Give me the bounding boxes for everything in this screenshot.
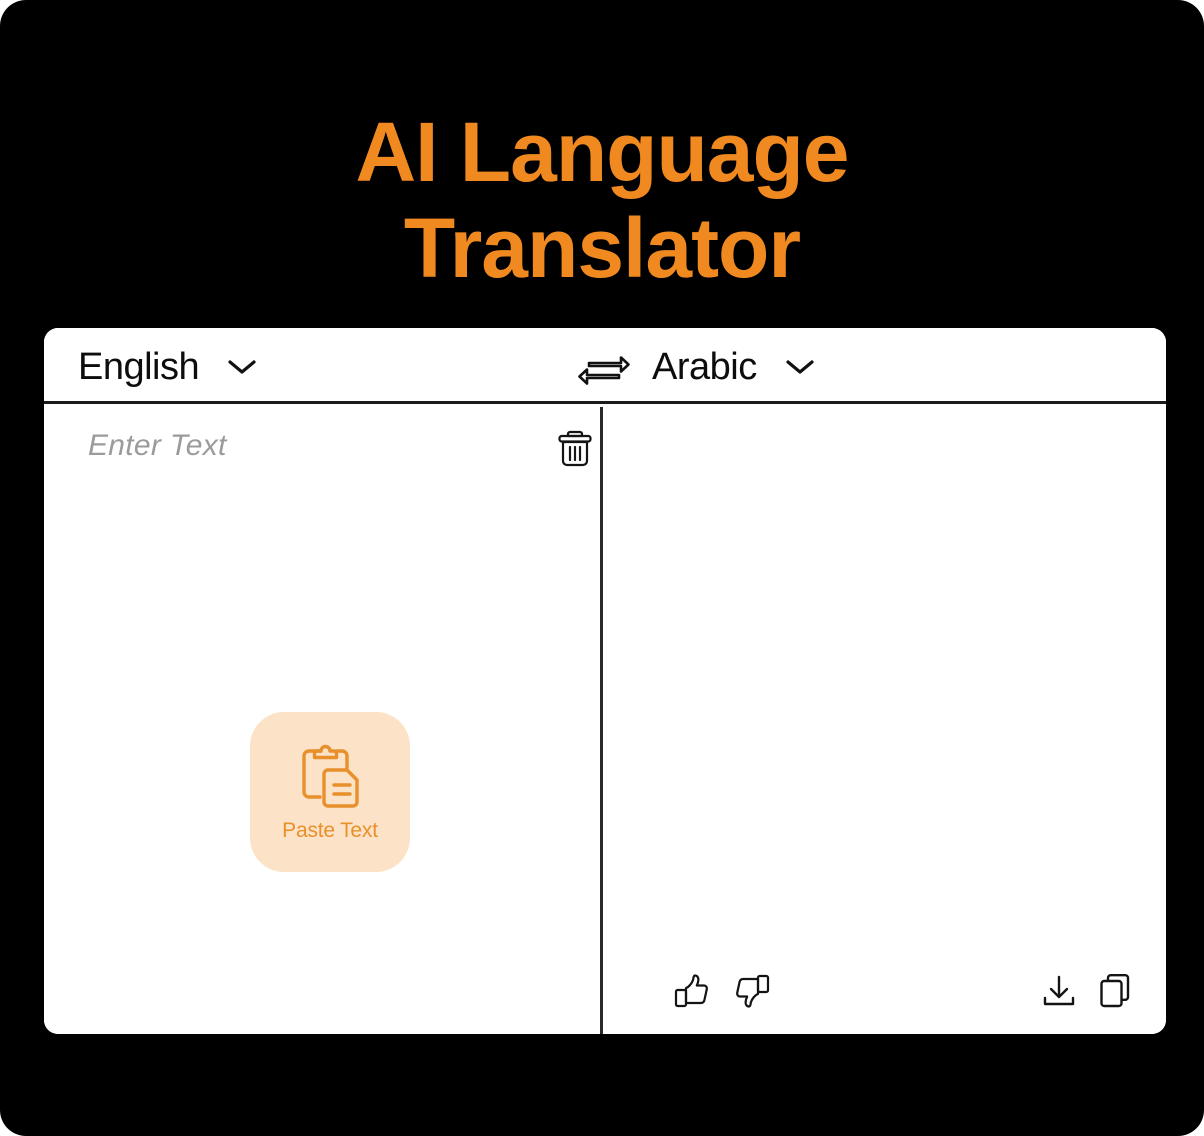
thumbs-down-icon[interactable] [733, 972, 771, 1010]
copy-icon[interactable] [1098, 972, 1136, 1010]
paste-text-button[interactable]: Paste Text [250, 712, 410, 872]
target-language-label: Arabic [652, 346, 757, 388]
translator-card: English Arabic Enter Text Paste Text [44, 328, 1166, 1034]
source-pane[interactable]: Enter Text Paste Text [44, 407, 600, 1034]
source-language-label: English [78, 346, 200, 388]
language-header: English Arabic [44, 328, 1166, 404]
chevron-down-icon [227, 358, 257, 376]
target-pane[interactable] [600, 407, 1166, 1034]
output-actions [1040, 972, 1136, 1010]
thumbs-up-icon[interactable] [673, 972, 711, 1010]
paste-text-label: Paste Text [282, 819, 378, 842]
source-language-selector[interactable]: English [78, 342, 257, 392]
trash-icon[interactable] [556, 427, 594, 469]
download-icon[interactable] [1040, 972, 1078, 1010]
swap-languages-button[interactable] [577, 350, 631, 386]
source-text-input[interactable]: Enter Text [88, 429, 227, 463]
target-language-selector[interactable]: Arabic [652, 342, 815, 392]
app-root: AI Language Translator English Arabic En… [0, 0, 1204, 1136]
page-title: AI Language Translator [355, 105, 849, 295]
chevron-down-icon [785, 358, 815, 376]
clipboard-document-icon [293, 741, 367, 815]
feedback-bar [673, 972, 771, 1010]
